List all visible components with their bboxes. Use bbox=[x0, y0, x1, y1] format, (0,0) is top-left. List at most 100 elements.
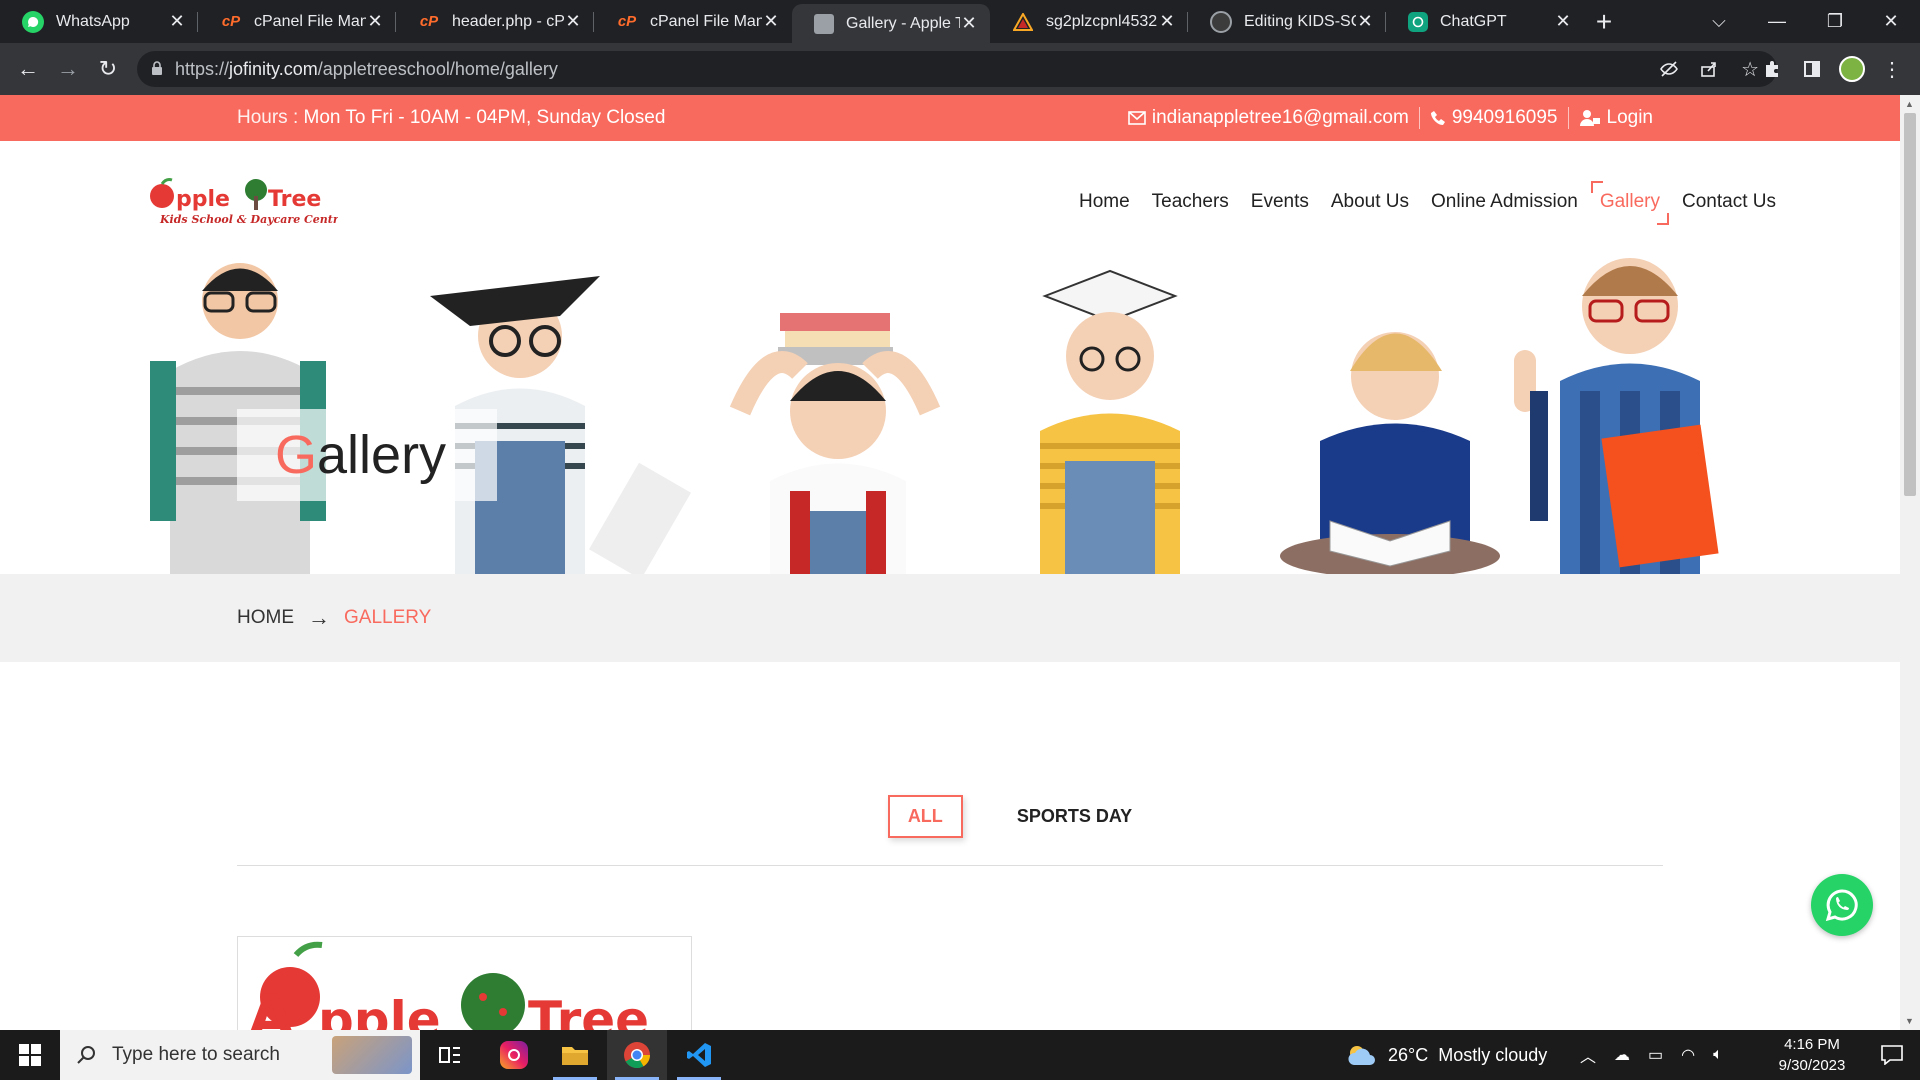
notifications-icon[interactable] bbox=[1864, 1030, 1920, 1080]
server-icon bbox=[1012, 11, 1034, 33]
web-page: Hours : Mon To Fri - 10AM - 04PM, Sunday… bbox=[0, 95, 1900, 1030]
tab-header-php[interactable]: cP header.php - cPa ✕ bbox=[396, 0, 594, 43]
whatsapp-icon bbox=[1825, 889, 1858, 922]
minimize-icon[interactable]: — bbox=[1748, 0, 1806, 43]
battery-icon[interactable]: ▭ bbox=[1648, 1045, 1663, 1065]
share-icon[interactable] bbox=[1699, 59, 1719, 84]
close-tab-icon[interactable]: ✕ bbox=[564, 11, 582, 32]
task-view-icon[interactable] bbox=[420, 1030, 480, 1080]
reload-icon[interactable]: ↻ bbox=[88, 49, 128, 89]
nav-teachers[interactable]: Teachers bbox=[1141, 191, 1240, 213]
svg-text:A: A bbox=[248, 982, 295, 1030]
tab-title: WhatsApp bbox=[56, 12, 130, 30]
email-link[interactable]: indianappletree16@gmail.com bbox=[1118, 107, 1419, 129]
menu-kebab-icon[interactable]: ⋮ bbox=[1872, 49, 1912, 89]
filter-all[interactable]: ALL bbox=[887, 795, 963, 838]
nav-home[interactable]: Home bbox=[1068, 191, 1141, 213]
gallery-filter-tabs: ALL SPORTS DAY bbox=[0, 795, 1900, 838]
scroll-up-arrow-icon[interactable]: ▲ bbox=[1905, 99, 1914, 109]
nav-about-us[interactable]: About Us bbox=[1320, 191, 1420, 213]
breadcrumb-home[interactable]: HOME bbox=[237, 607, 294, 629]
hours-value: Mon To Fri - 10AM - 04PM, Sunday Closed bbox=[303, 107, 666, 128]
side-panel-icon[interactable] bbox=[1792, 49, 1832, 89]
info-top-bar: Hours : Mon To Fri - 10AM - 04PM, Sunday… bbox=[0, 95, 1900, 141]
taskbar-clock[interactable]: 4:16 PM 9/30/2023 bbox=[1760, 1034, 1864, 1076]
extensions-icon[interactable] bbox=[1752, 49, 1792, 89]
scrollbar-thumb[interactable] bbox=[1904, 113, 1916, 496]
url-path: /appletreeschool/home/gallery bbox=[317, 58, 558, 79]
address-bar[interactable]: https://jofinity.com/appletreeschool/hom… bbox=[137, 51, 1777, 87]
tab-title: Editing KIDS-SCH bbox=[1244, 12, 1356, 30]
envelope-icon bbox=[1128, 111, 1146, 125]
close-tab-icon[interactable]: ✕ bbox=[960, 13, 978, 34]
gallery-item[interactable]: A pple Tree bbox=[237, 936, 692, 1030]
close-tab-icon[interactable]: ✕ bbox=[1158, 11, 1176, 32]
page-title-rest: allery bbox=[317, 425, 447, 485]
nav-contact-us[interactable]: Contact Us bbox=[1671, 191, 1787, 213]
svg-text:pple: pple bbox=[318, 991, 441, 1030]
volume-icon[interactable]: 🔈︎ bbox=[1713, 1046, 1723, 1064]
clock-date: 9/30/2023 bbox=[1778, 1057, 1846, 1074]
tab-title: ChatGPT bbox=[1440, 12, 1507, 30]
close-tab-icon[interactable]: ✕ bbox=[1356, 11, 1374, 32]
site-logo[interactable]: pple Tree Kids School & Daycare Centre bbox=[148, 176, 346, 228]
chrome-icon[interactable] bbox=[607, 1030, 667, 1080]
main-nav: Home Teachers Events About Us Online Adm… bbox=[1068, 181, 1787, 225]
weather-widget[interactable]: 26°C Mostly cloudy bbox=[1346, 1030, 1547, 1080]
svg-text:pple: pple bbox=[176, 187, 230, 212]
tab-cpanel-2[interactable]: cP cPanel File Mana ✕ bbox=[594, 0, 792, 43]
wifi-icon[interactable]: ◠ bbox=[1681, 1045, 1695, 1065]
browser-toolbar: ← → ↻ https://jofinity.com/appletreescho… bbox=[0, 43, 1920, 95]
nav-online-admission[interactable]: Online Admission bbox=[1420, 191, 1589, 213]
tab-server[interactable]: sg2plzcpnl45327 ✕ bbox=[990, 0, 1188, 43]
instagram-icon[interactable] bbox=[484, 1030, 544, 1080]
page-title: Gallery bbox=[237, 409, 497, 501]
close-tab-icon[interactable]: ✕ bbox=[168, 11, 186, 32]
tab-gallery[interactable]: Gallery - Apple T ✕ bbox=[792, 4, 990, 43]
nav-events[interactable]: Events bbox=[1240, 191, 1320, 213]
page-scrollbar[interactable]: ▲ ▼ bbox=[1900, 95, 1920, 1030]
whatsapp-chat-button[interactable] bbox=[1811, 874, 1873, 936]
forward-icon[interactable]: → bbox=[48, 49, 88, 89]
tab-search-chevron-icon[interactable]: ⌵ bbox=[1690, 0, 1748, 43]
close-tab-icon[interactable]: ✕ bbox=[366, 11, 384, 32]
tab-chatgpt[interactable]: ChatGPT ✕ bbox=[1386, 0, 1584, 43]
new-tab-button[interactable]: + bbox=[1584, 0, 1624, 43]
tab-whatsapp[interactable]: WhatsApp ✕ bbox=[0, 0, 198, 43]
cpanel-icon: cP bbox=[617, 13, 637, 30]
filter-divider bbox=[237, 865, 1663, 866]
eye-off-icon[interactable] bbox=[1659, 59, 1679, 84]
close-tab-icon[interactable]: ✕ bbox=[1554, 11, 1572, 32]
windows-start-button[interactable] bbox=[0, 1030, 60, 1080]
taskbar-search-box[interactable]: Type here to search bbox=[60, 1030, 420, 1080]
tab-title: Gallery - Apple T bbox=[846, 14, 960, 32]
restore-icon[interactable]: ❐ bbox=[1806, 0, 1864, 43]
close-window-icon[interactable]: ✕ bbox=[1862, 0, 1920, 43]
tab-title: cPanel File Mana bbox=[650, 12, 762, 30]
login-link[interactable]: Login bbox=[1567, 107, 1664, 129]
phone-link[interactable]: 9940916095 bbox=[1418, 107, 1568, 129]
hours-label: Hours : bbox=[237, 107, 299, 128]
tray-chevron-up-icon[interactable]: ︿ bbox=[1580, 1043, 1596, 1067]
vscode-icon[interactable] bbox=[669, 1030, 729, 1080]
nav-gallery[interactable]: Gallery bbox=[1589, 181, 1671, 225]
tab-title: cPanel File Mana bbox=[254, 12, 366, 30]
onedrive-cloud-icon[interactable]: ☁ bbox=[1614, 1045, 1630, 1065]
hero-banner: Gallery bbox=[0, 241, 1900, 574]
profile-avatar[interactable] bbox=[1832, 49, 1872, 89]
close-tab-icon[interactable]: ✕ bbox=[762, 11, 780, 32]
filter-sports-day[interactable]: SPORTS DAY bbox=[997, 795, 1152, 838]
page-title-first-letter: G bbox=[275, 425, 318, 485]
scroll-down-arrow-icon[interactable]: ▼ bbox=[1905, 1016, 1914, 1026]
breadcrumb-current: GALLERY bbox=[344, 607, 432, 628]
tab-github[interactable]: Editing KIDS-SCH ✕ bbox=[1188, 0, 1386, 43]
system-tray: ︿ ☁ ▭ ◠ 🔈︎ bbox=[1580, 1030, 1723, 1080]
github-icon bbox=[1210, 10, 1232, 33]
back-icon[interactable]: ← bbox=[8, 49, 48, 89]
lock-icon bbox=[151, 60, 163, 78]
svg-text:Tree: Tree bbox=[528, 991, 649, 1030]
tab-cpanel-1[interactable]: cP cPanel File Mana ✕ bbox=[198, 0, 396, 43]
file-explorer-icon[interactable] bbox=[545, 1030, 605, 1080]
whatsapp-icon bbox=[22, 10, 44, 33]
kid-reading-figure bbox=[1280, 332, 1500, 574]
